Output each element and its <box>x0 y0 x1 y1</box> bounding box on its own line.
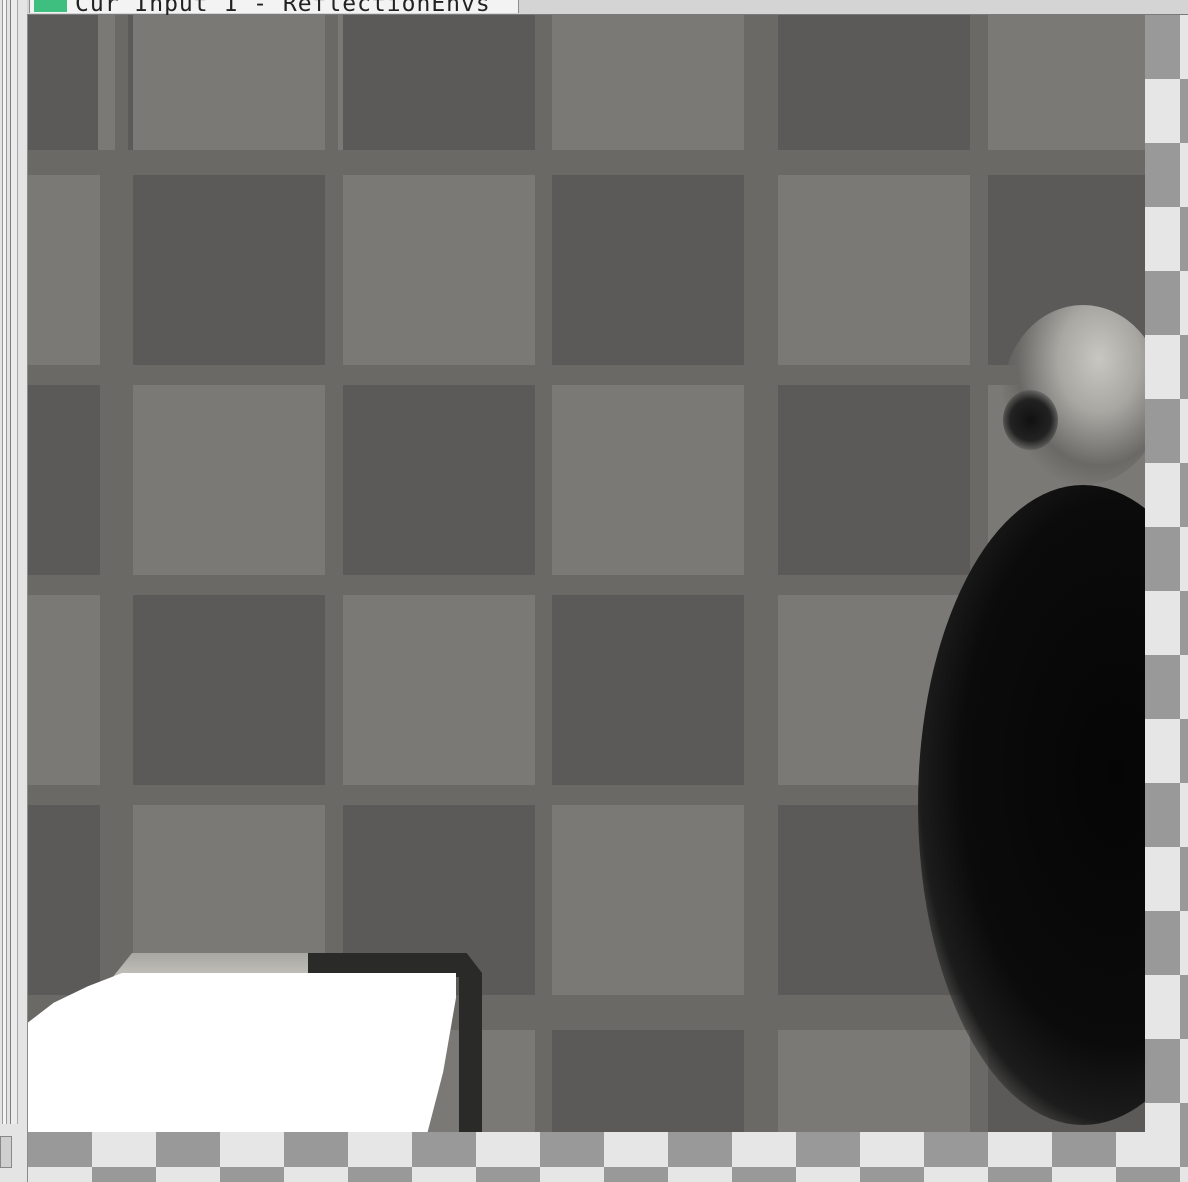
dark-object <box>918 485 1145 1125</box>
floor-tile <box>343 15 535 150</box>
floor-tile <box>133 175 325 365</box>
floor-tile <box>133 15 325 150</box>
floor-tile <box>28 15 98 150</box>
green-square-icon <box>34 0 67 12</box>
floor-tile <box>778 1030 970 1132</box>
floor-tile <box>28 805 100 995</box>
floor-tile <box>552 175 744 365</box>
floor-tile <box>552 1030 744 1132</box>
tab-strip: Cur Input 1 - ReflectionEnvs <box>27 0 1188 17</box>
white-object <box>28 973 456 1132</box>
scroll-handle[interactable] <box>0 1136 12 1168</box>
floor-tile <box>133 595 325 785</box>
floor-tile <box>343 385 535 575</box>
floor-tile <box>778 15 970 150</box>
dark-spot <box>1003 390 1058 450</box>
floor-tile <box>343 595 535 785</box>
floor-tile <box>28 595 100 785</box>
floor-tile <box>552 805 744 995</box>
image-viewport[interactable] <box>28 15 1145 1132</box>
floor-tile <box>552 385 744 575</box>
floor-tile <box>28 385 100 575</box>
left-panel-edge[interactable] <box>0 0 28 1182</box>
floor-tile <box>552 15 744 150</box>
floor-tile <box>552 595 744 785</box>
floor-tile <box>133 385 325 575</box>
app-window: Cur Input 1 - ReflectionEnvs <box>0 0 1188 1182</box>
floor-tile <box>343 175 535 365</box>
floor-tile <box>988 15 1145 150</box>
vertical-scrollbar[interactable] <box>10 0 18 1124</box>
tab-cur-input[interactable]: Cur Input 1 - ReflectionEnvs <box>29 0 519 17</box>
floor-tile <box>778 385 970 575</box>
panel-divider[interactable] <box>2 0 7 1124</box>
floor-tile <box>778 175 970 365</box>
floor-tile <box>28 175 100 365</box>
